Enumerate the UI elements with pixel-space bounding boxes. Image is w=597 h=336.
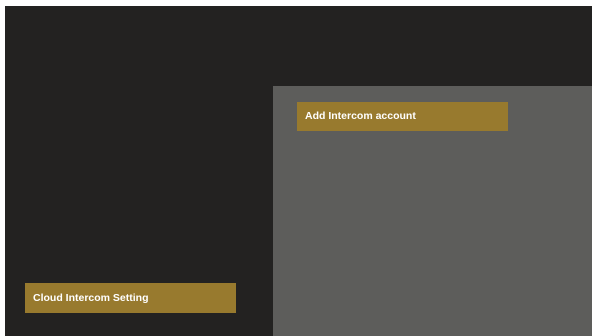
intercom-account-panel: Add Intercom account [273, 86, 592, 336]
cloud-intercom-setting-menu-item[interactable]: Cloud Intercom Setting [25, 283, 236, 313]
add-intercom-account-button[interactable]: Add Intercom account [297, 102, 508, 131]
tv-screen: Add Intercom account Cloud Intercom Sett… [5, 6, 592, 336]
